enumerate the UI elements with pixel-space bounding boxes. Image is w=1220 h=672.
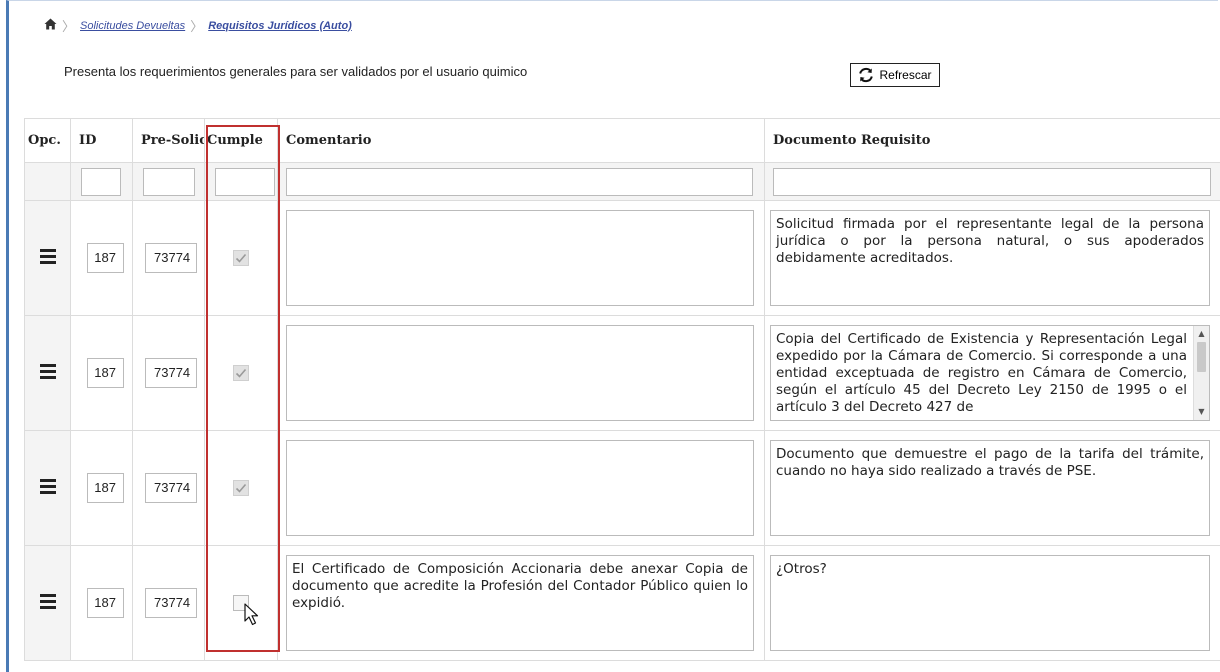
id-cell: 187 — [70, 545, 133, 661]
documento-textarea[interactable]: Copia del Certificado de Existencia y Re… — [770, 325, 1210, 421]
table-row: 187 73774 Copia del Certificado de Exist… — [24, 315, 1220, 431]
id-field[interactable]: 187 — [87, 588, 124, 618]
cumple-cell — [204, 315, 278, 431]
scroll-down-icon[interactable]: ▼ — [1194, 406, 1209, 418]
comentario-textarea[interactable] — [286, 210, 754, 306]
col-header-documento[interactable]: Documento Requisito — [764, 118, 1220, 163]
id-field[interactable]: 187 — [87, 243, 124, 273]
col-header-cumple[interactable]: Cumple — [204, 118, 278, 163]
comentario-textarea[interactable] — [286, 440, 754, 536]
comentario-textarea[interactable] — [286, 325, 754, 421]
menu-icon[interactable] — [39, 361, 56, 382]
filter-cumple-input[interactable] — [215, 167, 275, 196]
filter-row — [24, 162, 1220, 201]
checkmark-icon — [235, 483, 247, 493]
cumple-checkbox[interactable] — [233, 365, 249, 381]
scrollbar[interactable]: ▲ ▼ — [1193, 326, 1209, 420]
pre-solicitud-field[interactable]: 73774 — [145, 588, 197, 618]
filter-cell-documento — [764, 162, 1220, 201]
comentario-textarea[interactable]: El Certificado de Composición Accionaria… — [286, 555, 754, 651]
breadcrumb: 〉 Solicitudes Devueltas 〉 Requisitos Jur… — [44, 16, 352, 35]
col-header-comentario[interactable]: Comentario — [277, 118, 765, 163]
pre-solicitud-field[interactable]: 73774 — [145, 243, 197, 273]
col-header-pre-solicitud[interactable]: Pre-Solic — [132, 118, 205, 163]
documento-cell: ¿Otros? — [764, 545, 1220, 661]
pre-solicitud-field[interactable]: 73774 — [145, 358, 197, 388]
filter-id-input[interactable] — [81, 167, 121, 196]
comentario-cell — [277, 430, 765, 546]
filter-cell-id — [70, 162, 133, 201]
id-field[interactable]: 187 — [87, 358, 124, 388]
pre-solicitud-cell: 73774 — [132, 315, 205, 431]
comentario-cell — [277, 200, 765, 316]
refresh-label: Refrescar — [879, 68, 932, 82]
cumple-checkbox[interactable] — [233, 250, 249, 266]
filter-documento-input[interactable] — [773, 167, 1211, 196]
filter-pre-solicitud-input[interactable] — [143, 167, 195, 196]
cumple-cell — [204, 430, 278, 546]
pre-solicitud-cell: 73774 — [132, 200, 205, 316]
checkmark-icon — [235, 368, 247, 378]
checkmark-icon — [235, 253, 247, 263]
col-header-id[interactable]: ID — [70, 118, 133, 163]
documento-cell: Solicitud firmada por el representante l… — [764, 200, 1220, 316]
menu-icon[interactable] — [39, 476, 56, 497]
comentario-cell — [277, 315, 765, 431]
mouse-pointer-icon — [244, 603, 262, 631]
pre-solicitud-field[interactable]: 73774 — [145, 473, 197, 503]
documento-cell: Copia del Certificado de Existencia y Re… — [764, 315, 1220, 431]
breadcrumb-requisitos-juridicos[interactable]: Requisitos Jurídicos (Auto) — [208, 20, 352, 32]
refresh-button[interactable]: Refrescar — [850, 63, 940, 87]
menu-icon[interactable] — [39, 591, 56, 612]
id-cell: 187 — [70, 200, 133, 316]
refresh-icon — [859, 67, 874, 83]
header-row: Opc. ID Pre-Solic Cumple Comentario Docu… — [24, 118, 1220, 163]
pre-solicitud-cell: 73774 — [132, 430, 205, 546]
filter-cell-cumple — [204, 162, 278, 201]
documento-textarea[interactable]: Documento que demuestre el pago de la ta… — [770, 440, 1210, 536]
filter-cell-pre — [132, 162, 205, 201]
requirements-table: Opc. ID Pre-Solic Cumple Comentario Docu… — [24, 118, 1220, 661]
filter-cell-opc — [24, 162, 71, 201]
id-cell: 187 — [70, 315, 133, 431]
cumple-cell — [204, 545, 278, 661]
documento-textarea[interactable]: ¿Otros? — [770, 555, 1210, 651]
scroll-up-icon[interactable]: ▲ — [1194, 328, 1209, 340]
row-options — [24, 200, 71, 316]
pre-solicitud-cell: 73774 — [132, 545, 205, 661]
col-header-opc[interactable]: Opc. — [24, 118, 71, 163]
table-row: 187 73774 Documento que demuestre el pag… — [24, 430, 1220, 546]
row-options — [24, 430, 71, 546]
row-options — [24, 545, 71, 661]
documento-textarea[interactable]: Solicitud firmada por el representante l… — [770, 210, 1210, 306]
menu-icon[interactable] — [39, 246, 56, 267]
table-row: 187 73774 Solicitud firmada por el repre… — [24, 200, 1220, 316]
filter-cell-comentario — [277, 162, 765, 201]
cumple-cell — [204, 200, 278, 316]
cumple-checkbox[interactable] — [233, 480, 249, 496]
table-row: 187 73774 El Certificado de Composición … — [24, 545, 1220, 661]
breadcrumb-solicitudes-devueltas[interactable]: Solicitudes Devueltas — [80, 20, 185, 32]
comentario-cell: El Certificado de Composición Accionaria… — [277, 545, 765, 661]
row-options — [24, 315, 71, 431]
home-icon[interactable] — [44, 18, 57, 33]
id-field[interactable]: 187 — [87, 473, 124, 503]
page-description: Presenta los requerimientos generales pa… — [64, 64, 528, 79]
chevron-right-icon: 〉 — [62, 19, 76, 34]
filter-comentario-input[interactable] — [286, 167, 753, 196]
scrollbar-thumb[interactable] — [1197, 342, 1206, 372]
id-cell: 187 — [70, 430, 133, 546]
documento-text: Copia del Certificado de Existencia y Re… — [776, 331, 1187, 415]
chevron-right-icon: 〉 — [190, 19, 204, 34]
documento-cell: Documento que demuestre el pago de la ta… — [764, 430, 1220, 546]
